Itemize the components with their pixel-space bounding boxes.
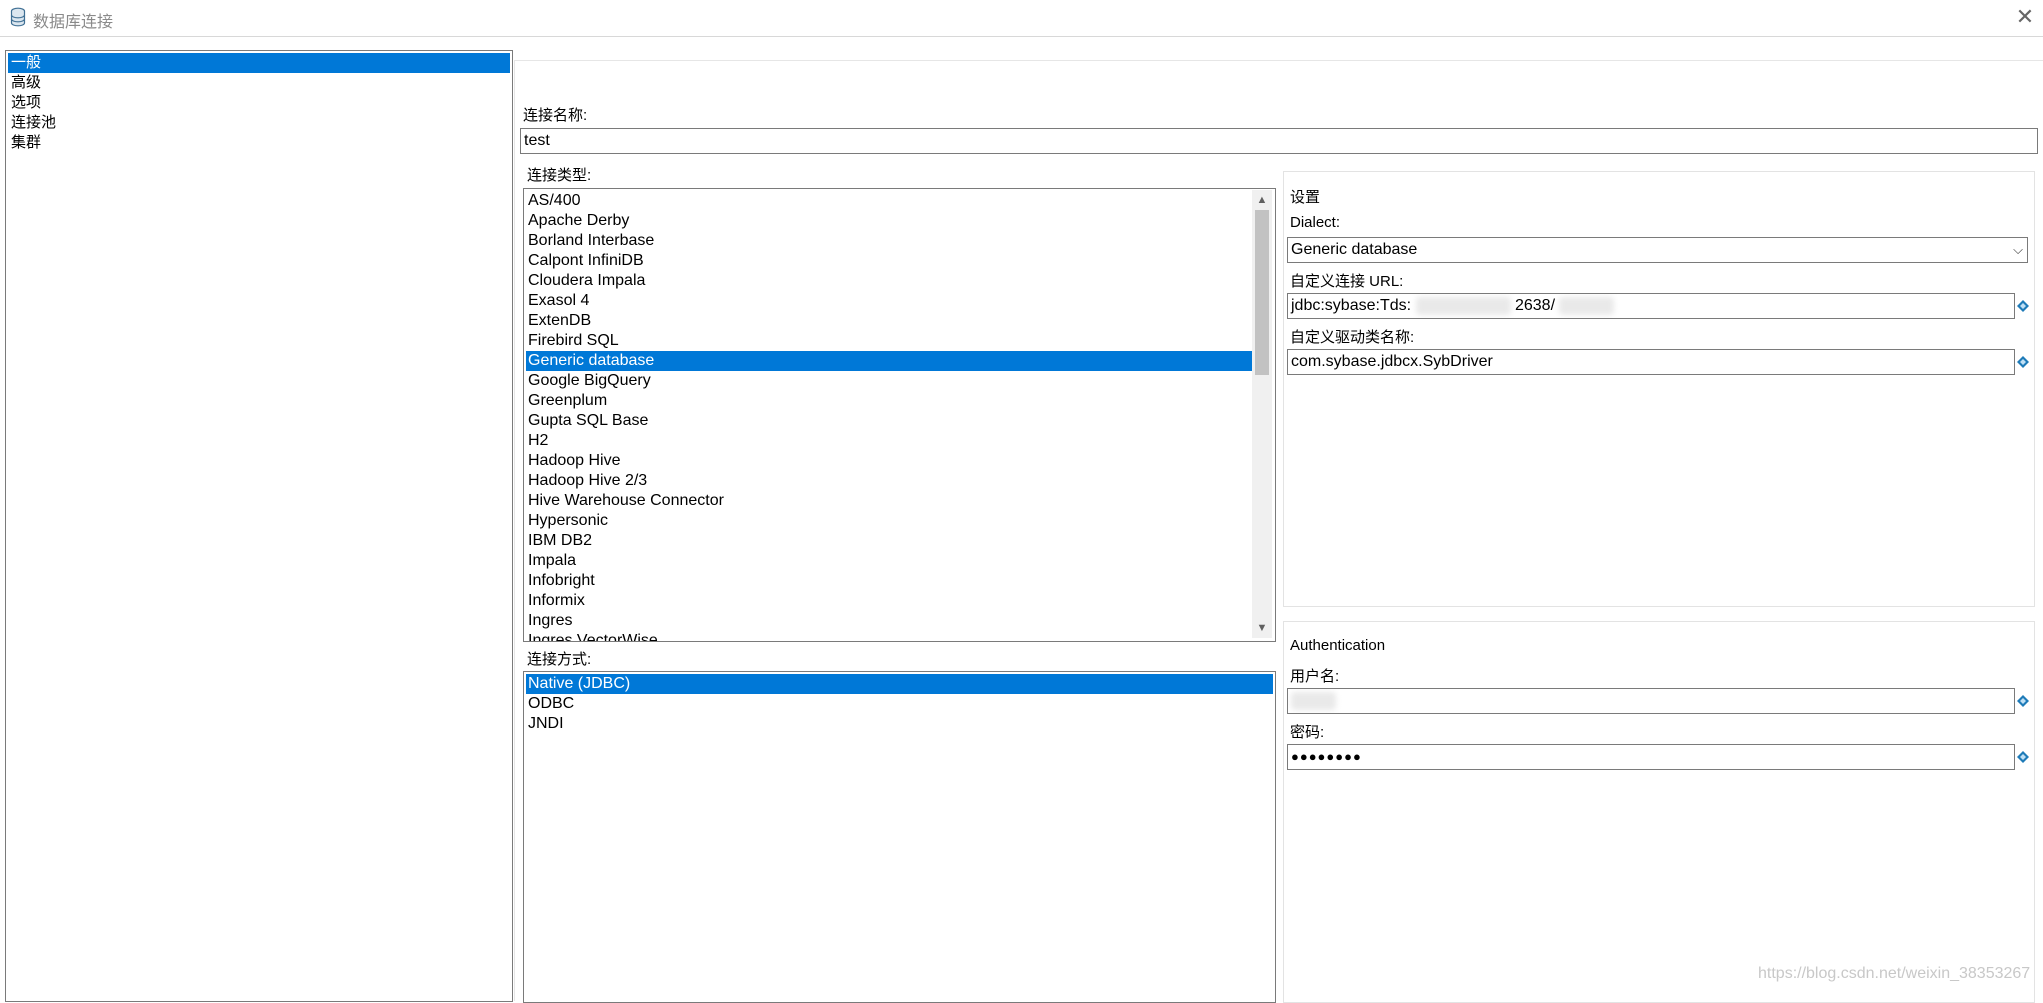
scroll-up-arrow-icon[interactable]: ▲	[1252, 190, 1272, 210]
list-item[interactable]: Firebird SQL	[526, 331, 1255, 351]
list-item[interactable]: ExtenDB	[526, 311, 1255, 331]
list-item[interactable]: Borland Interbase	[526, 231, 1255, 251]
list-item[interactable]: H2	[526, 431, 1255, 451]
access-method-label: 连接方式:	[527, 651, 592, 668]
custom-url-label: 自定义连接 URL:	[1290, 273, 1404, 290]
scroll-thumb[interactable]	[1255, 210, 1269, 375]
nav-item-general[interactable]: 一般	[8, 53, 510, 73]
redacted-username	[1291, 691, 1336, 710]
list-item[interactable]: JNDI	[526, 714, 1273, 734]
list-item[interactable]: Hadoop Hive 2/3	[526, 471, 1255, 491]
authentication-group	[1283, 621, 2035, 1003]
connection-name-label: 连接名称:	[523, 107, 588, 124]
redacted-database	[1559, 296, 1615, 315]
list-item[interactable]: Apache Derby	[526, 211, 1255, 231]
nav-item-pooling[interactable]: 连接池	[8, 113, 510, 133]
list-item-selected[interactable]: Generic database	[526, 351, 1255, 371]
variable-icon[interactable]	[2017, 299, 2029, 312]
connection-type-label: 连接类型:	[527, 167, 592, 184]
connection-type-list[interactable]: AS/400 Apache Derby Borland Interbase Ca…	[523, 188, 1276, 642]
watermark: https://blog.csdn.net/weixin_38353267	[1758, 965, 2031, 982]
list-item-selected[interactable]: Native (JDBC)	[526, 674, 1273, 694]
list-item[interactable]: Infobright	[526, 571, 1255, 591]
custom-url-port: 2638/	[1514, 297, 1556, 314]
list-item[interactable]: Hadoop Hive	[526, 451, 1255, 471]
variable-icon[interactable]	[2017, 750, 2029, 763]
list-item[interactable]: Ingres VectorWise	[526, 631, 1255, 641]
list-item[interactable]: Informix	[526, 591, 1255, 611]
nav-item-options[interactable]: 选项	[8, 93, 510, 113]
dialect-select[interactable]: Generic database ⌵	[1287, 237, 2028, 263]
title-bar: 数据库连接 ✕	[0, 0, 2043, 37]
connection-name-input[interactable]: test	[520, 128, 2038, 154]
custom-driver-label: 自定义驱动类名称:	[1290, 329, 1415, 346]
variable-icon[interactable]	[2017, 355, 2029, 368]
username-input[interactable]	[1287, 688, 2015, 714]
nav-item-advanced[interactable]: 高级	[8, 73, 510, 93]
list-item[interactable]: Hypersonic	[526, 511, 1255, 531]
dialect-select-value: Generic database	[1291, 241, 1418, 258]
variable-icon[interactable]	[2017, 694, 2029, 707]
list-item[interactable]: Ingres	[526, 611, 1255, 631]
redacted-host	[1415, 296, 1511, 315]
authentication-group-title: Authentication	[1290, 637, 1386, 654]
access-method-list[interactable]: Native (JDBC) ODBC JNDI	[523, 671, 1276, 1003]
list-item[interactable]: Hive Warehouse Connector	[526, 491, 1255, 511]
password-input[interactable]: ●●●●●●●●	[1287, 744, 2015, 770]
list-item[interactable]: Impala	[526, 551, 1255, 571]
connection-type-scrollbar[interactable]: ▲ ▼	[1252, 190, 1272, 638]
custom-driver-input[interactable]: com.sybase.jdbcx.SybDriver	[1287, 349, 2015, 375]
list-item[interactable]: Google BigQuery	[526, 371, 1255, 391]
window-title: 数据库连接	[33, 14, 114, 31]
database-icon	[10, 7, 26, 28]
dialect-label: Dialect:	[1290, 214, 1341, 231]
list-item[interactable]: ODBC	[526, 694, 1273, 714]
settings-nav-list[interactable]: 一般 高级 选项 连接池 集群	[5, 50, 513, 1002]
list-item[interactable]: Greenplum	[526, 391, 1255, 411]
list-item[interactable]: IBM DB2	[526, 531, 1255, 551]
password-label: 密码:	[1290, 724, 1325, 741]
list-item[interactable]: Calpont InfiniDB	[526, 251, 1255, 271]
settings-group-title: 设置	[1290, 189, 1321, 206]
username-label: 用户名:	[1290, 668, 1340, 685]
chevron-down-icon[interactable]: ⌵	[2013, 238, 2023, 262]
scroll-down-arrow-icon[interactable]: ▼	[1252, 618, 1272, 638]
list-item[interactable]: AS/400	[526, 191, 1255, 211]
list-item[interactable]: Cloudera Impala	[526, 271, 1255, 291]
list-item[interactable]: Gupta SQL Base	[526, 411, 1255, 431]
close-button[interactable]: ✕	[2012, 4, 2038, 30]
list-item[interactable]: Exasol 4	[526, 291, 1255, 311]
custom-url-prefix: jdbc:sybase:Tds:	[1291, 297, 1412, 314]
nav-item-cluster[interactable]: 集群	[8, 133, 510, 153]
custom-url-input[interactable]: jdbc:sybase:Tds: 2638/	[1287, 293, 2015, 319]
